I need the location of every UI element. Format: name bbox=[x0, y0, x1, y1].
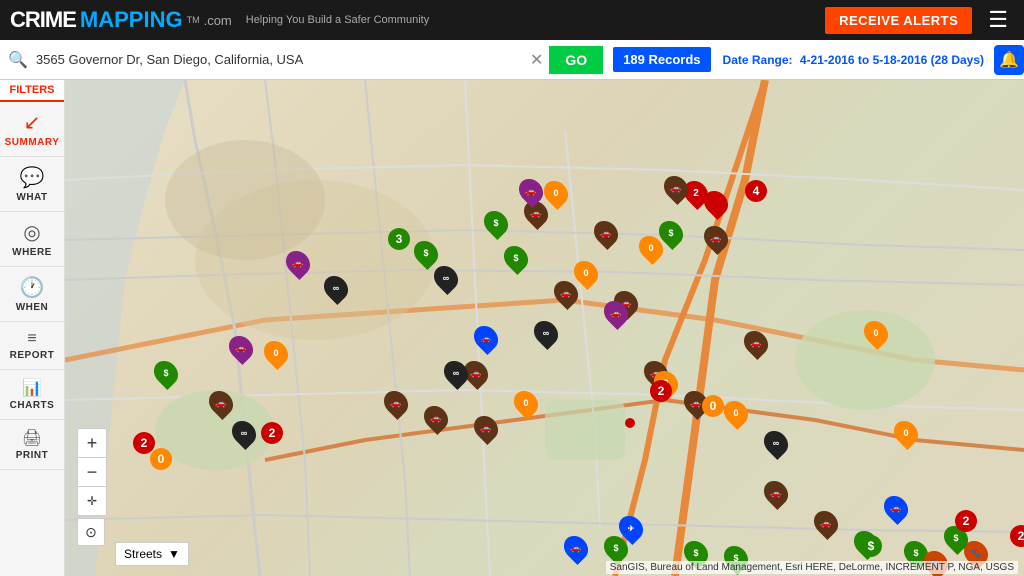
receive-alerts-button[interactable]: RECEIVE ALERTS bbox=[825, 7, 972, 34]
date-range: Date Range: 4-21-2016 to 5-18-2016 (28 D… bbox=[723, 53, 984, 67]
basemap-selector[interactable]: Streets ▼ bbox=[115, 542, 189, 566]
date-range-label: Date Range: bbox=[723, 53, 793, 67]
print-label: PRINT bbox=[16, 450, 49, 461]
cluster-3-green[interactable]: 3 bbox=[388, 228, 410, 250]
go-button[interactable]: GO bbox=[549, 46, 603, 74]
cluster-2-red-4[interactable]: 2 bbox=[955, 510, 977, 532]
basemap-chevron-icon: ▼ bbox=[168, 547, 180, 561]
charts-icon: 📊 bbox=[22, 378, 42, 398]
sidebar: FILTERS ↙ SUMMARY 💬 WHAT ◎ WHERE 🕐 WHEN … bbox=[0, 80, 65, 576]
sidebar-item-report[interactable]: ≡ REPORT bbox=[0, 322, 64, 370]
cluster-2-red-2[interactable]: 2 bbox=[261, 422, 283, 444]
charts-label: CHARTS bbox=[10, 400, 55, 411]
where-icon: ◎ bbox=[23, 220, 40, 245]
zoom-in-button[interactable]: + bbox=[78, 429, 106, 457]
zoom-north-button[interactable]: ✛ bbox=[78, 487, 106, 515]
when-label: WHEN bbox=[16, 302, 49, 313]
basemap-label: Streets bbox=[124, 547, 162, 561]
report-label: REPORT bbox=[10, 350, 55, 361]
zoom-controls: + − ✛ bbox=[77, 428, 107, 516]
dot-red bbox=[625, 418, 635, 428]
zoom-out-button[interactable]: − bbox=[78, 458, 106, 486]
summary-icon: ↙ bbox=[24, 110, 41, 135]
cluster-4-red[interactable]: 4 bbox=[745, 180, 767, 202]
what-icon: 💬 bbox=[20, 165, 45, 190]
report-icon: ≡ bbox=[27, 330, 36, 348]
searchbar: 🔍 ✕ GO 189 Records Date Range: 4-21-2016… bbox=[0, 40, 1024, 80]
cluster-orange-1[interactable]: 0 bbox=[150, 448, 172, 470]
print-icon: 🖨 bbox=[22, 428, 42, 448]
sidebar-item-what[interactable]: 💬 WHAT bbox=[0, 157, 64, 212]
clear-button[interactable]: ✕ bbox=[524, 50, 549, 70]
sidebar-item-when[interactable]: 🕐 WHEN bbox=[0, 267, 64, 322]
filters-label: FILTERS bbox=[0, 80, 64, 102]
search-icon: 🔍 bbox=[0, 50, 36, 70]
sidebar-item-charts[interactable]: 📊 CHARTS bbox=[0, 370, 64, 420]
logo-com-text: .com bbox=[204, 13, 232, 28]
cluster-green-dollar[interactable]: $ bbox=[860, 535, 882, 557]
search-input[interactable] bbox=[36, 52, 524, 67]
hamburger-menu-button[interactable]: ☰ bbox=[982, 7, 1014, 33]
cluster-2-red-3[interactable]: 2 bbox=[650, 380, 672, 402]
sidebar-item-summary[interactable]: ↙ SUMMARY bbox=[0, 102, 64, 157]
header: CRIMEMAPPING TM .com Helping You Build a S… bbox=[0, 0, 1024, 40]
logo-tm: TM bbox=[187, 15, 200, 25]
cluster-orange-2[interactable]: 0 bbox=[702, 395, 724, 417]
date-range-value: 4-21-2016 to 5-18-2016 (28 Days) bbox=[800, 53, 984, 67]
when-icon: 🕐 bbox=[20, 275, 45, 300]
locate-button[interactable]: ⊙ bbox=[77, 518, 105, 546]
map-container[interactable]: 🚗 🚗 🚗 🚗 🚗 🚗 🚗 🚗 🚗 🚗 🚗 0 0 0 0 0 bbox=[65, 80, 1024, 576]
logo-crime: CRIME bbox=[10, 7, 76, 33]
logo-area: CRIMEMAPPING TM .com bbox=[10, 7, 232, 33]
cluster-2-red-1[interactable]: 2 bbox=[133, 432, 155, 454]
sidebar-item-print[interactable]: 🖨 PRINT bbox=[0, 420, 64, 470]
sidebar-item-where[interactable]: ◎ WHERE bbox=[0, 212, 64, 267]
logo-mapping: MAPPING bbox=[80, 7, 183, 33]
summary-label: SUMMARY bbox=[5, 137, 60, 148]
notification-bell-button[interactable]: 🔔 bbox=[994, 45, 1024, 75]
esri-attribution: SanGIS, Bureau of Land Management, Esri … bbox=[606, 561, 1018, 574]
records-badge: 189 Records bbox=[613, 47, 710, 72]
what-label: WHAT bbox=[16, 192, 47, 203]
where-label: WHERE bbox=[12, 247, 52, 258]
logo-tagline: Helping You Build a Safer Community bbox=[246, 14, 429, 26]
